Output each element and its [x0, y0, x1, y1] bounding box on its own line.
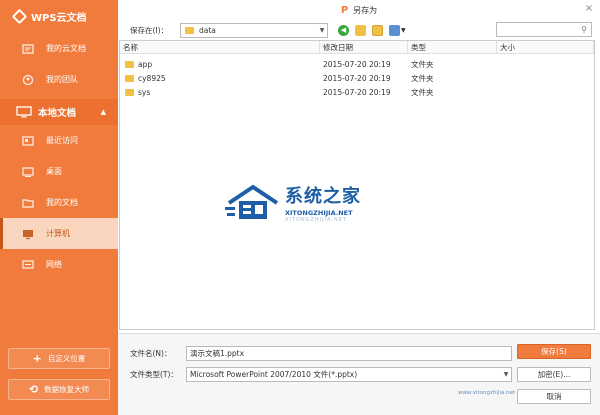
watermark-sub-reflection: XITONGZHIJIA.NET	[285, 217, 347, 223]
file-name: cy8925	[138, 73, 166, 83]
sidebar-item-computer[interactable]: 计算机	[0, 218, 118, 249]
cancel-button[interactable]: 取消	[517, 389, 591, 404]
monitor-icon	[16, 106, 32, 118]
desktop-icon	[22, 166, 34, 178]
sidebar-item-my-cloud-docs[interactable]: 我的云文档	[0, 33, 118, 64]
cloud-doc-icon	[22, 43, 34, 55]
file-name: sys	[138, 87, 151, 97]
computer-icon	[22, 228, 34, 240]
recent-icon	[22, 135, 34, 147]
file-type: 文件夹	[411, 87, 434, 97]
chevron-down-icon: ▼	[503, 371, 509, 378]
filetype-select[interactable]: Microsoft PowerPoint 2007/2010 文件(*.pptx…	[186, 367, 512, 382]
wps-logo-icon	[11, 8, 28, 25]
new-folder-button[interactable]	[372, 24, 383, 36]
filetype-value: Microsoft PowerPoint 2007/2010 文件(*.pptx…	[190, 370, 358, 379]
current-folder: data	[199, 25, 216, 35]
save-form: 文件名(N)： 演示文稿1.pptx 文件类型(T)： Microsoft Po…	[118, 333, 600, 415]
sidebar-item-label: 我的团队	[46, 75, 78, 84]
wps-presentation-icon: P	[340, 4, 349, 16]
chevron-up-icon: ▲	[100, 108, 106, 116]
brand: WPS云文档	[0, 0, 118, 33]
sidebar-item-label: 最近访问	[46, 136, 78, 145]
view-menu-button[interactable]	[389, 24, 400, 36]
save-in-dropdown[interactable]: data ▼	[180, 22, 328, 38]
brand-title: WPS云文档	[31, 13, 87, 24]
watermark-url: www.xitongzhijia.net	[458, 390, 516, 396]
file-date: 2015-07-20 20:19	[323, 73, 391, 83]
toolbar: 保存在(I)： data ▼ ◀ ▼ ⚲	[118, 20, 600, 40]
sidebar-item-network[interactable]: 网络	[0, 249, 118, 280]
file-type: 文件夹	[411, 59, 434, 69]
filetype-row: 文件类型(T)： Microsoft PowerPoint 2007/2010 …	[130, 367, 512, 382]
sidebar-item-label: 网络	[46, 260, 62, 269]
data-recovery-label: 数据恢复大师	[44, 385, 90, 394]
column-header-name[interactable]: 名称 ^	[120, 41, 320, 53]
plus-icon: +	[32, 352, 42, 365]
filename-value: 演示文稿1.pptx	[190, 349, 245, 358]
encrypt-button[interactable]: 加密(E)...	[517, 367, 591, 382]
file-type: 文件夹	[411, 73, 434, 83]
section-label: 本地文档	[38, 108, 77, 119]
file-date: 2015-07-20 20:19	[323, 59, 391, 69]
filetype-label: 文件类型(T)：	[130, 370, 178, 379]
column-header-size[interactable]: 大小	[497, 41, 594, 53]
file-name: app	[138, 59, 153, 69]
custom-location-label: 自定义位置	[47, 354, 86, 363]
custom-location-button[interactable]: + 自定义位置	[8, 348, 110, 369]
save-button[interactable]: 保存(S)	[517, 344, 591, 359]
close-button[interactable]: ×	[578, 0, 600, 16]
sidebar-item-label: 我的云文档	[46, 44, 86, 53]
watermark: 系统之家 XITONGZHIJIA.NET XITONGZHIJIA.NET	[225, 182, 361, 223]
sidebar-item-my-team[interactable]: 我的团队	[0, 64, 118, 95]
table-row[interactable]: cy8925 2015-07-20 20:19 文件夹	[120, 71, 594, 85]
network-icon	[22, 259, 34, 271]
back-button[interactable]: ◀	[338, 24, 349, 36]
sort-arrow-icon: ^	[216, 40, 222, 46]
folder-icon	[125, 74, 134, 82]
sidebar-item-desktop[interactable]: 桌面	[0, 156, 118, 187]
chevron-down-icon: ▼	[319, 26, 325, 34]
team-icon	[22, 74, 34, 86]
table-row[interactable]: sys 2015-07-20 20:19 文件夹	[120, 85, 594, 99]
sidebar-item-label: 桌面	[46, 167, 62, 176]
folder-icon	[125, 88, 134, 96]
filename-label: 文件名(N)：	[130, 349, 172, 358]
view-dropdown-icon[interactable]: ▼	[401, 27, 406, 34]
filename-row: 文件名(N)： 演示文稿1.pptx	[130, 346, 512, 361]
watermark-title: 系统之家	[285, 186, 361, 207]
column-header-date[interactable]: 修改日期	[320, 41, 408, 53]
sidebar-item-label: 我的文档	[46, 198, 78, 207]
column-header-type[interactable]: 类型	[408, 41, 497, 53]
sidebar-section-local-docs[interactable]: 本地文档 ▲	[0, 99, 118, 125]
sidebar-item-recent[interactable]: 最近访问	[0, 125, 118, 156]
folder-icon	[125, 60, 134, 68]
sidebar-item-label: 计算机	[46, 229, 70, 238]
watermark-sub: XITONGZHIJIA.NET	[285, 209, 353, 217]
dialog-titlebar: P 另存为 ×	[118, 0, 600, 20]
dialog-title: 另存为	[353, 5, 378, 15]
recovery-icon: ⟲	[28, 383, 39, 396]
sidebar-item-my-documents[interactable]: 我的文档	[0, 187, 118, 218]
file-list-header: 名称 ^ 修改日期 类型 大小	[120, 41, 594, 54]
file-date: 2015-07-20 20:19	[323, 87, 391, 97]
folder-icon	[185, 26, 194, 34]
table-row[interactable]: app 2015-07-20 20:19 文件夹	[120, 57, 594, 71]
filename-input[interactable]: 演示文稿1.pptx	[186, 346, 512, 361]
data-recovery-button[interactable]: ⟲ 数据恢复大师	[8, 379, 110, 400]
search-input[interactable]: ⚲	[496, 22, 592, 37]
up-folder-button[interactable]	[355, 24, 366, 36]
save-in-label: 保存在(I)：	[130, 25, 169, 35]
my-docs-icon	[22, 197, 34, 209]
search-icon: ⚲	[581, 25, 587, 34]
sidebar: WPS云文档 我的云文档 我的团队 本地文档 ▲ 最近访问 桌面 我的文档 计算…	[0, 0, 118, 415]
house-logo-icon	[225, 184, 279, 219]
